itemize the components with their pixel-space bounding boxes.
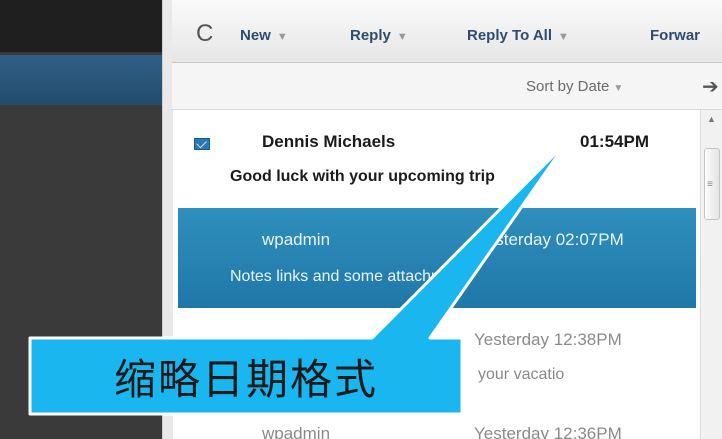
message-sender: wpadmin — [262, 230, 331, 249]
message-subject: Notes links and some attachm — [230, 268, 445, 285]
scroll-thumb[interactable]: ≡ — [704, 148, 720, 220]
reply-button-label: Reply — [350, 27, 391, 44]
sort-by-date-dropdown[interactable]: Sort by Date ▼ — [526, 78, 623, 95]
grip-icon: ≡ — [707, 179, 713, 190]
message-row-selected[interactable]: wpadmin Yesterday 02:07PM Notes links an… — [178, 208, 696, 309]
forward-button[interactable]: Forwar — [650, 27, 700, 44]
new-button-label: New — [240, 27, 271, 44]
message-time: 01:54PM — [580, 132, 649, 151]
scroll-up-icon[interactable]: ▲ — [707, 114, 716, 124]
message-sender: Dennis Michaels — [262, 132, 396, 151]
left-nav-selected-item[interactable] — [0, 55, 162, 105]
message-time: Yesterday 02:07PM — [476, 230, 624, 249]
new-button[interactable]: New ▼ — [240, 27, 288, 44]
sort-bar — [172, 63, 722, 110]
message-subject-line: Notes links and some attachm ✎ — [230, 266, 650, 286]
message-row[interactable]: Dennis Michaels 01:54PM Good luck with y… — [178, 110, 696, 209]
chevron-down-icon[interactable]: ▼ — [397, 31, 408, 43]
forward-button-label: Forwar — [650, 27, 701, 44]
reply-to-all-label: Reply To All — [467, 27, 553, 44]
message-time: Yesterday 12:38PM — [474, 330, 622, 349]
callout-text: 缩略日期格式 — [113, 354, 378, 404]
arrow-right-icon[interactable]: ➔ — [702, 74, 719, 99]
reply-button[interactable]: Reply ▼ — [350, 27, 408, 44]
reply-to-all-button[interactable]: Reply To All ▼ — [467, 27, 569, 44]
refresh-icon[interactable]: C — [196, 20, 213, 48]
message-time: Yesterday 12:36PM — [474, 424, 622, 439]
paperclip-icon: ✎ — [448, 268, 463, 285]
envelope-icon — [194, 138, 210, 150]
chevron-down-icon[interactable]: ▼ — [277, 31, 288, 43]
message-list-scrollbar[interactable]: ▲ ≡ — [700, 110, 722, 439]
chevron-down-icon: ▼ — [613, 83, 624, 94]
message-sender: wpadmin — [262, 424, 331, 439]
left-panel-header — [0, 0, 162, 52]
chevron-down-icon[interactable]: ▼ — [558, 31, 569, 43]
sort-label: Sort by Date — [526, 78, 610, 95]
message-subject: Good luck with your upcoming trip — [230, 168, 495, 185]
message-subject: your vacatio — [478, 366, 565, 383]
